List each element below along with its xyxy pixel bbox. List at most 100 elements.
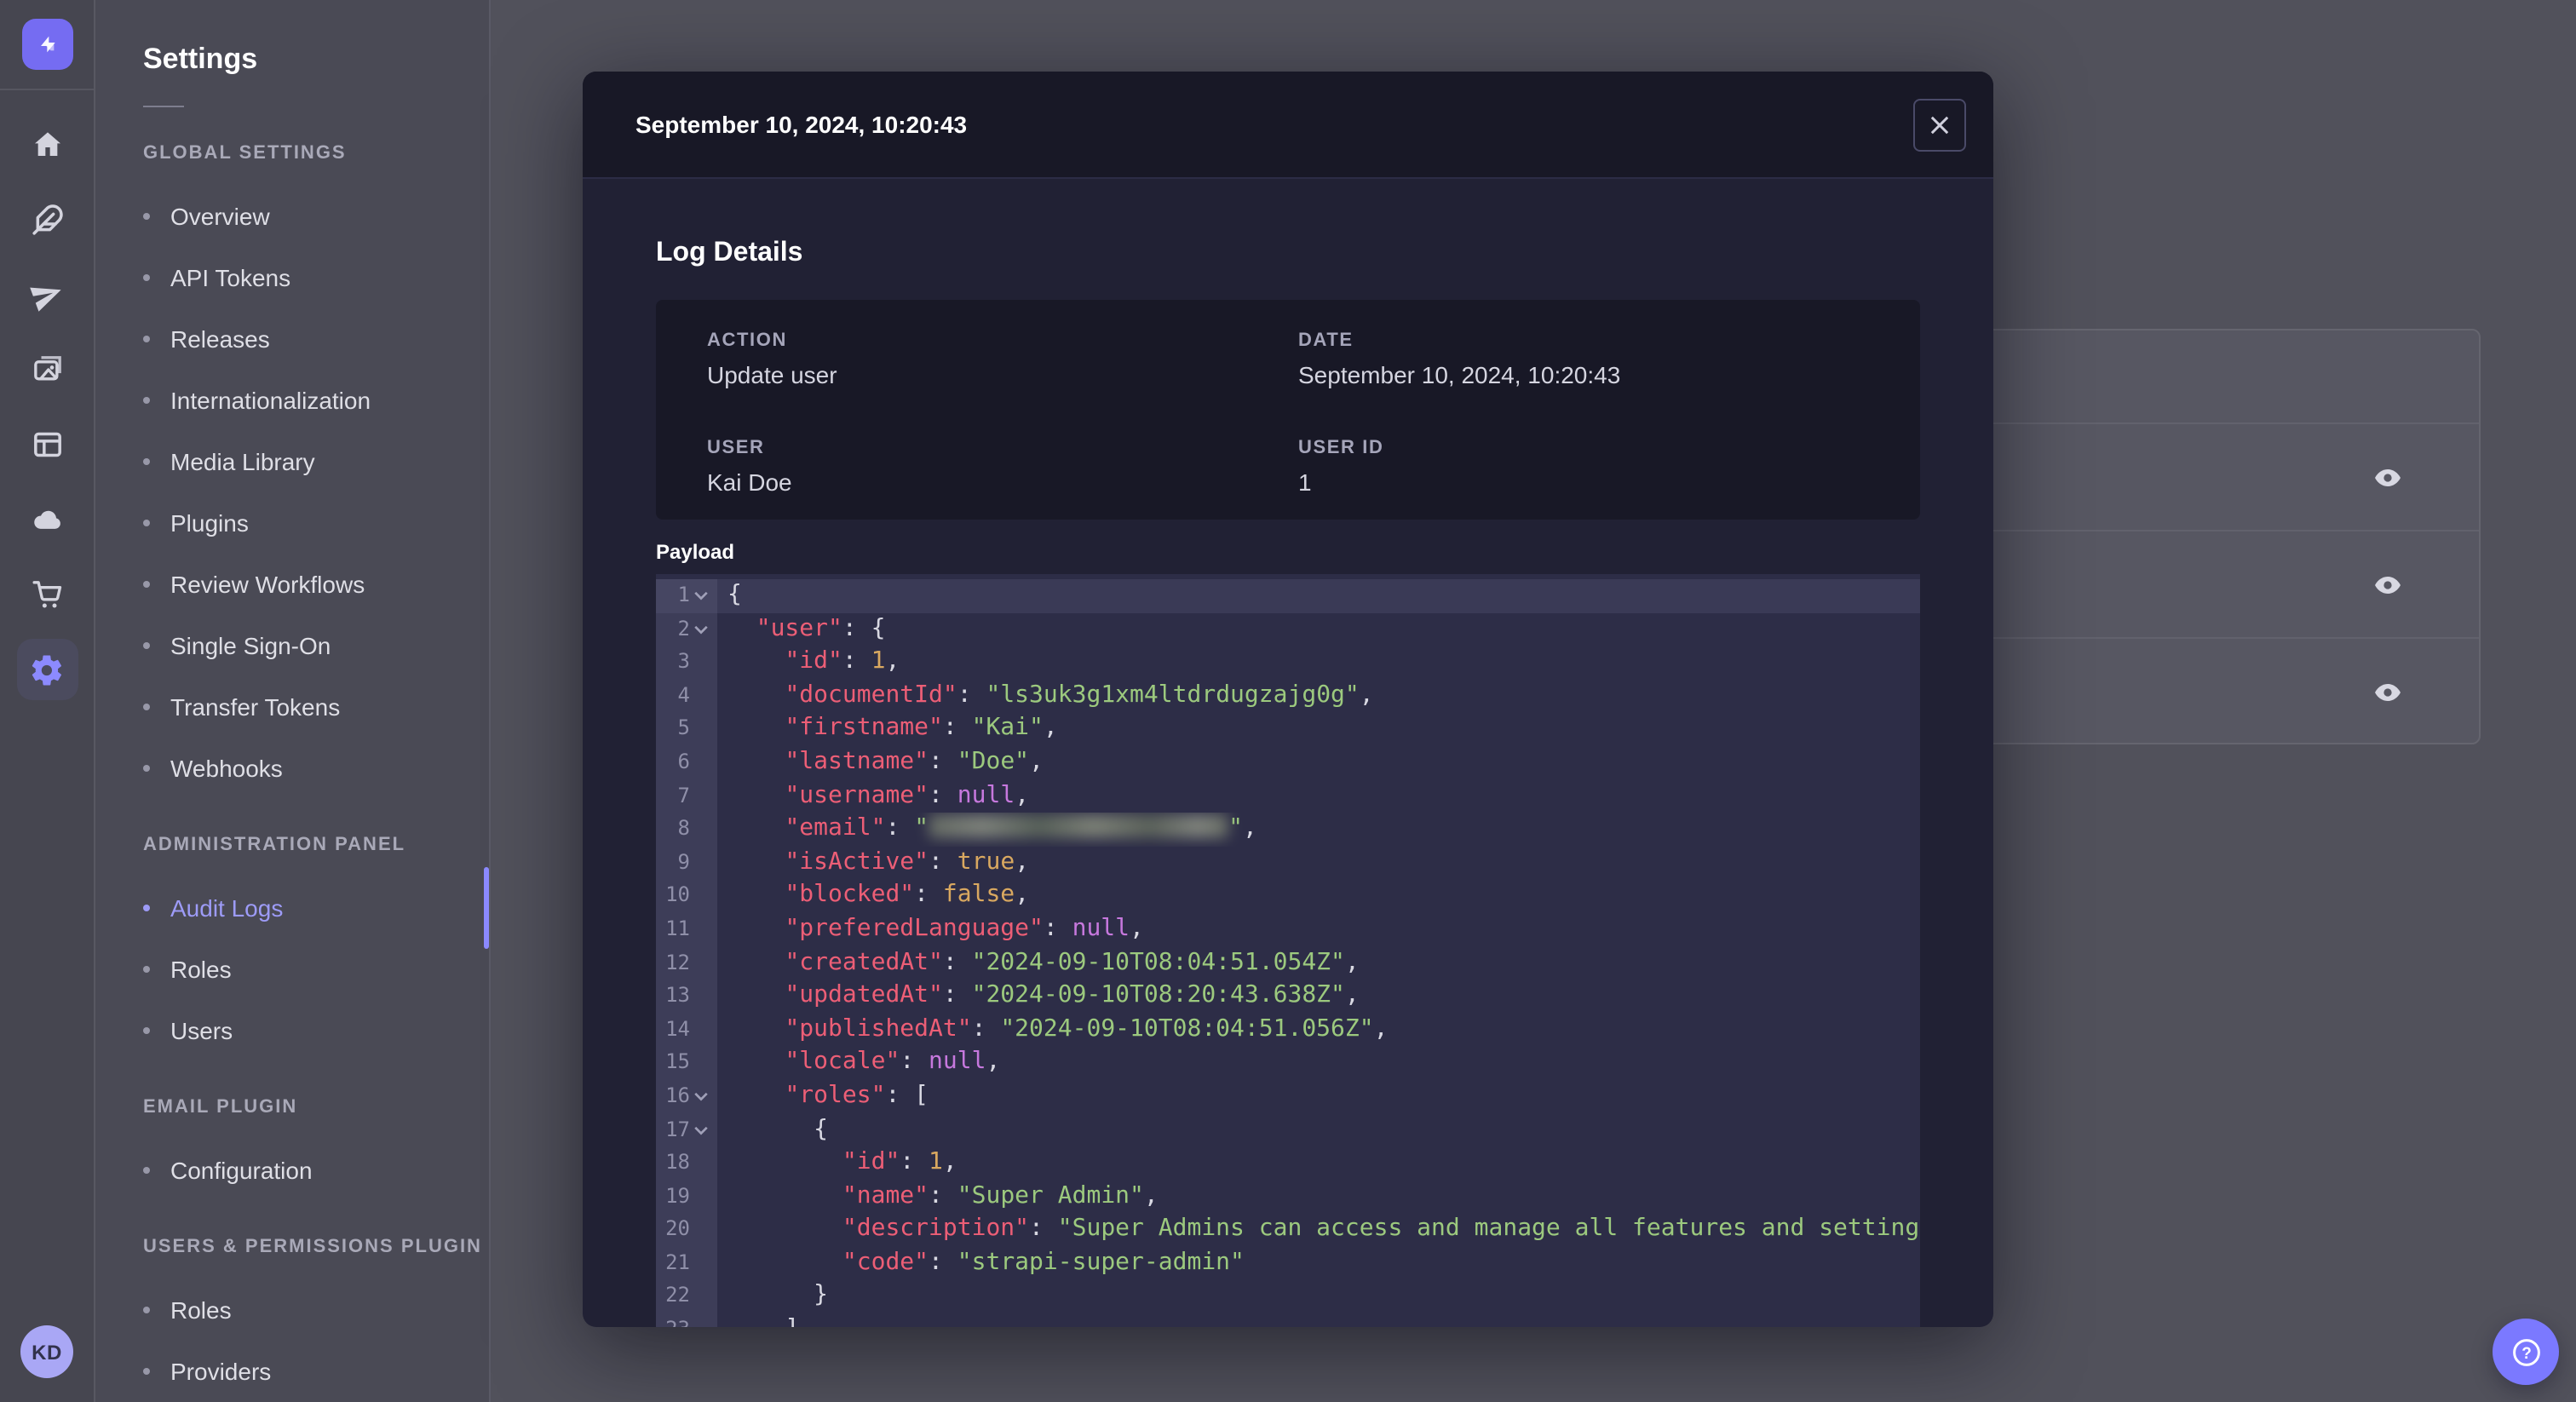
gutter: 4 [656,679,717,713]
fold-chevron-icon[interactable] [690,1086,712,1106]
bullet-dot [143,1307,150,1313]
sidebar-item-roles[interactable]: Roles [143,1279,489,1341]
sidebar-item-overview[interactable]: Overview [143,186,489,247]
sidebar-item-label: API Tokens [170,264,291,291]
line-number: 9 [677,849,690,874]
gutter: 7 [656,779,717,813]
sidebar-item-roles[interactable]: Roles [143,939,489,1000]
sidebar-item-webhooks[interactable]: Webhooks [143,738,489,799]
gutter: 18 [656,1146,717,1181]
code-line-content: "email": " ", [785,814,1257,842]
rail-item-paper-plane[interactable] [28,276,66,313]
field-value: Update user [707,361,837,388]
rail-nav [16,126,78,700]
gutter: 14 [656,1013,717,1047]
rail-item-cloud[interactable] [28,501,66,538]
page-title: Settings [143,43,258,75]
code-line: 18 "id": 1, [656,1146,1920,1181]
rail-item-marketplace-cart[interactable] [28,576,66,613]
sidebar-item-internationalization[interactable]: Internationalization [143,370,489,431]
sidebar-item-label: Single Sign-On [170,632,331,659]
media-library-icon [30,353,64,387]
eye-icon [2374,468,2400,486]
section-items: Configuration [143,1140,489,1201]
sidebar-item-users[interactable]: Users [143,1000,489,1061]
fold-chevron-icon[interactable] [690,619,712,640]
strapi-logo-icon[interactable] [21,19,72,70]
sidebar-item-releases[interactable]: Releases [143,308,489,370]
code-line: 14 "publishedAt": "2024-09-10T08:04:51.0… [656,1013,1920,1047]
fold-chevron-icon[interactable] [690,586,712,606]
code-line-content: "description": "Super Admins can access … [842,1215,1920,1243]
code-line: 9 "isActive": true, [656,846,1920,880]
code-line-content: "documentId": "ls3uk3g1xm4ltdrdugzajg0g"… [785,681,1374,709]
bullet-dot [143,704,150,710]
gutter: 15 [656,1046,717,1080]
rail-item-feather[interactable] [28,201,66,238]
code-line: 12 "createdAt": "2024-09-10T08:04:51.054… [656,946,1920,980]
view-log-button[interactable] [2366,457,2407,497]
log-details-modal: September 10, 2024, 10:20:43 Log Details… [583,72,1993,1327]
sidebar-item-label: Internationalization [170,387,371,414]
sidebar-item-configuration[interactable]: Configuration [143,1140,489,1201]
eye-icon [2374,575,2400,594]
payload-label: Payload [656,540,735,564]
sidebar-item-api-tokens[interactable]: API Tokens [143,247,489,308]
code-line: 17 { [656,1113,1920,1147]
bullet-dot [143,274,150,281]
log-details-heading: Log Details [656,238,803,267]
section-header: EMAIL PLUGIN [143,1097,298,1118]
strapi-logo-glyph [40,36,55,53]
section-items: Overview API Tokens Releases Internationali… [143,186,489,799]
bullet-dot [143,397,150,404]
bullet-dot [143,1368,150,1375]
content-manager-icon [30,428,64,462]
section-items: Audit Logs Roles Users [143,867,489,1061]
rail-item-gear[interactable] [16,639,78,700]
section-header: ADMINISTRATION PANEL [143,835,406,855]
code-line-content: "name": "Super Admin", [842,1181,1159,1210]
rail-item-content-manager[interactable] [28,426,66,463]
close-button[interactable] [1913,98,1966,151]
help-button[interactable]: ? [2493,1319,2559,1385]
active-indicator-bar [484,867,489,949]
line-number: 18 [665,1150,690,1175]
line-number: 8 [677,816,690,841]
code-line-content: ] [717,1313,1920,1327]
rail-item-home[interactable] [28,126,66,164]
line-number: 7 [677,783,690,807]
sidebar-item-single-sign-on[interactable]: Single Sign-On [143,615,489,676]
app-root: KD Settings GLOBAL SETTINGS Overview API T… [0,0,2576,1402]
line-number: 6 [677,749,690,773]
code-line: 23 ] [656,1313,1920,1327]
sidebar-item-review-workflows[interactable]: Review Workflows [143,554,489,615]
payload-code-viewer[interactable]: 1{2 "user": {3 "id": 1, 4 "documentId": "… [656,574,1920,1327]
code-line-content: "isActive": true, [785,848,1030,876]
field-user: USER Kai Doe [707,437,1298,520]
bullet-dot [143,966,150,973]
view-log-button[interactable] [2366,671,2407,712]
modal-title: September 10, 2024, 10:20:43 [635,111,968,138]
sidebar-item-label: Providers [170,1358,272,1385]
sidebar-item-audit-logs[interactable]: Audit Logs [143,867,489,949]
bullet-dot [143,336,150,342]
sidebar-item-label: Users [170,1017,233,1044]
code-line: 13 "updatedAt": "2024-09-10T08:20:43.638… [656,980,1920,1014]
sidebar-item-plugins[interactable]: Plugins [143,492,489,554]
cloud-icon [30,503,64,537]
sidebar-item-media-library[interactable]: Media Library [143,431,489,492]
fold-chevron-icon[interactable] [690,1120,712,1141]
avatar[interactable]: KD [20,1325,73,1378]
field-label: ACTION [707,330,787,351]
view-log-button[interactable] [2366,564,2407,605]
rail-item-media-library[interactable] [28,351,66,388]
sidebar-item-transfer-tokens[interactable]: Transfer Tokens [143,676,489,738]
gutter: 21 [656,1246,717,1280]
sidebar-item-label: Transfer Tokens [170,693,341,721]
sidebar-item-label: Roles [170,1296,232,1324]
line-number: 12 [665,950,690,974]
bullet-dot [143,905,150,911]
bullet-dot [143,458,150,465]
code-line-content: { [717,579,1920,613]
sidebar-item-providers[interactable]: Providers [143,1341,489,1402]
